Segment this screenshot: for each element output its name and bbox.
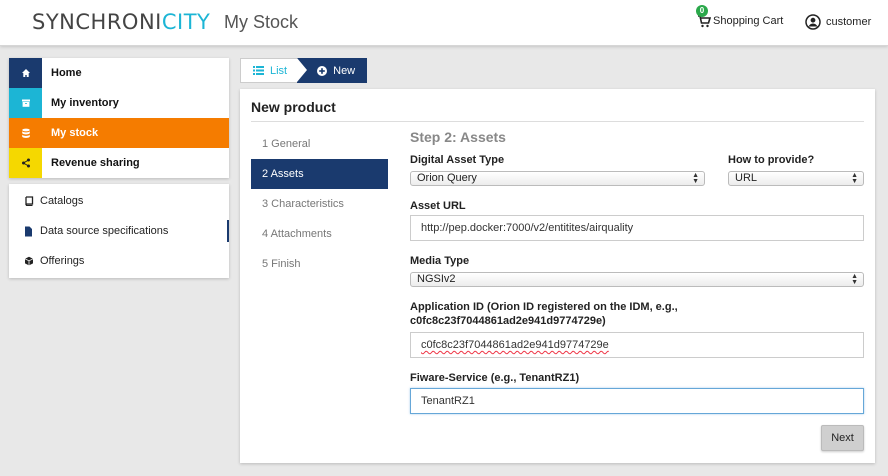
step-characteristics[interactable]: 3 Characteristics: [251, 189, 388, 219]
tab-new-label: New: [333, 64, 356, 77]
list-icon: [253, 66, 264, 75]
app-id-input[interactable]: c0fc8c23f7044861ad2e941d9774729e: [410, 332, 864, 358]
sidebar-item-catalogs[interactable]: Catalogs: [9, 186, 229, 216]
media-type-value: NGSIv2: [417, 273, 456, 285]
sidebar-item-label: Home: [51, 67, 82, 79]
sidebar-item-home[interactable]: Home: [9, 58, 229, 88]
app-id-label: Application ID (Orion ID registered on t…: [410, 300, 678, 328]
app-id-label-line2: c0fc8c23f7044861ad2e941d9774729e): [410, 315, 606, 327]
top-bar: SYNCHRONICITY My Stock 0 Shopping Cart c…: [0, 0, 888, 46]
wizard-steps: 1 General 2 Assets 3 Characteristics 4 A…: [251, 129, 388, 279]
select-arrows-icon: ▲ ▼: [692, 172, 699, 185]
provide-label: How to provide?: [728, 154, 815, 166]
step-attachments[interactable]: 4 Attachments: [251, 219, 388, 249]
step-general[interactable]: 1 General: [251, 129, 388, 159]
sidebar-item-label: Revenue sharing: [51, 157, 140, 169]
sidebar-main-nav: Home My inventory My stock Revenue shari…: [9, 58, 229, 178]
app-id-value: c0fc8c23f7044861ad2e941d9774729e: [421, 339, 609, 351]
sidebar-item-label: My stock: [51, 127, 99, 139]
share-icon: [9, 148, 42, 178]
archive-icon: [9, 88, 42, 118]
sidebar-item-offerings[interactable]: Offerings: [9, 246, 229, 276]
user-name: customer: [826, 16, 872, 28]
media-type-select[interactable]: NGSIv2 ▲ ▼: [410, 272, 864, 287]
sidebar-item-revenue-sharing[interactable]: Revenue sharing: [9, 148, 229, 178]
book-icon: [23, 196, 34, 207]
tab-list-label: List: [270, 64, 288, 77]
file-icon: [23, 226, 34, 237]
step-finish[interactable]: 5 Finish: [251, 249, 388, 279]
logo-text-primary: SYNCHRONI: [32, 10, 162, 34]
provide-select[interactable]: URL ▲ ▼: [728, 171, 864, 186]
select-arrows-icon: ▲ ▼: [851, 273, 858, 286]
cube-icon: [23, 256, 34, 267]
sidebar-item-my-inventory[interactable]: My inventory: [9, 88, 229, 118]
asset-type-label: Digital Asset Type: [410, 154, 505, 166]
sidebar-item-label: Catalogs: [40, 195, 84, 207]
asset-url-label: Asset URL: [410, 200, 466, 212]
next-button[interactable]: Next: [821, 425, 864, 451]
tab-new[interactable]: New: [297, 58, 368, 83]
asset-type-select[interactable]: Orion Query ▲ ▼: [410, 171, 705, 186]
user-icon: [805, 14, 821, 30]
view-tabs: List New: [240, 58, 368, 83]
sidebar-item-label: Data source specifications: [40, 225, 169, 237]
step-assets[interactable]: 2 Assets: [251, 159, 388, 189]
new-product-panel: New product 1 General 2 Assets 3 Charact…: [240, 89, 875, 463]
database-icon: [9, 118, 42, 148]
step-title: Step 2: Assets: [410, 129, 506, 145]
asset-url-input[interactable]: http://pep.docker:7000/v2/entitites/airq…: [410, 215, 864, 241]
logo[interactable]: SYNCHRONICITY: [32, 10, 210, 34]
cart-icon: 0: [696, 5, 712, 28]
cart-label: Shopping Cart: [713, 15, 784, 27]
sidebar-item-label: My inventory: [51, 97, 119, 109]
media-type-label: Media Type: [410, 255, 470, 267]
user-menu[interactable]: customer: [805, 14, 871, 30]
cart-count-badge: 0: [696, 5, 708, 17]
app-id-label-line1: Application ID (Orion ID registered on t…: [410, 301, 678, 313]
panel-title: New product: [251, 99, 336, 115]
shopping-cart-link[interactable]: 0 Shopping Cart: [696, 5, 784, 28]
sidebar-sub-nav: Catalogs Data source specifications Offe…: [9, 184, 229, 278]
provide-value: URL: [735, 172, 758, 184]
sidebar-item-label: Offerings: [40, 255, 85, 267]
tab-list[interactable]: List: [240, 58, 298, 83]
panel-divider: [251, 121, 864, 122]
sidebar-item-data-source-specifications[interactable]: Data source specifications: [9, 216, 229, 246]
plus-circle-icon: [317, 65, 328, 76]
logo-text-accent: CITY: [161, 10, 211, 34]
select-arrows-icon: ▲ ▼: [851, 172, 858, 185]
home-icon: [9, 58, 42, 88]
page-title: My Stock: [224, 12, 299, 32]
asset-type-value: Orion Query: [417, 172, 477, 184]
fiware-service-input[interactable]: TenantRZ1: [410, 388, 864, 414]
fiware-service-label: Fiware-Service (e.g., TenantRZ1): [410, 372, 580, 384]
sidebar-item-my-stock[interactable]: My stock: [9, 118, 229, 148]
